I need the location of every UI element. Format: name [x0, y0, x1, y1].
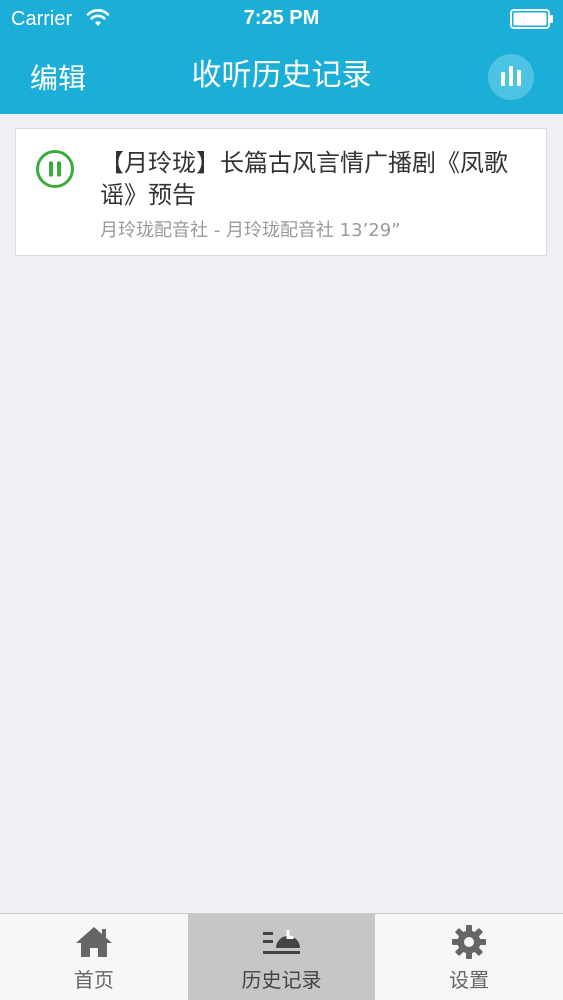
- tab-home-label: 首页: [73, 968, 114, 992]
- tab-home[interactable]: 首页: [0, 914, 188, 1000]
- equalizer-icon: [501, 66, 521, 86]
- battery-icon: [510, 9, 554, 29]
- item-meta: 月玲珑配音社 - 月玲珑配音社 13’29”: [100, 220, 401, 241]
- tab-history[interactable]: 历史记录: [187, 914, 376, 1000]
- item-title: 【月玲珑】长篇古风言情广播剧《凤歌谣》预告: [100, 149, 508, 209]
- tab-history-label: 历史记录: [241, 968, 322, 992]
- pause-icon[interactable]: [35, 149, 75, 189]
- tab-bar: 首页 历史记录 设置: [0, 913, 563, 1000]
- gear-icon: [449, 924, 489, 960]
- status-bar: Carrier 7:25 PM: [0, 0, 563, 38]
- history-list: 【月玲珑】长篇古风言情广播剧《凤歌谣》预告 月玲珑配音社 - 月玲珑配音社 13…: [0, 114, 563, 913]
- home-icon: [74, 924, 114, 960]
- history-icon: [262, 924, 302, 960]
- now-playing-button[interactable]: [489, 55, 533, 99]
- list-item[interactable]: 【月玲珑】长篇古风言情广播剧《凤歌谣》预告 月玲珑配音社 - 月玲珑配音社 13…: [15, 128, 547, 256]
- edit-button[interactable]: 编辑: [30, 60, 86, 98]
- tab-settings-label: 设置: [449, 968, 490, 992]
- tab-settings[interactable]: 设置: [375, 914, 563, 1000]
- navigation-header: Carrier 7:25 PM 编辑 收听历史记录: [0, 0, 563, 114]
- status-time: 7:25 PM: [243, 7, 320, 29]
